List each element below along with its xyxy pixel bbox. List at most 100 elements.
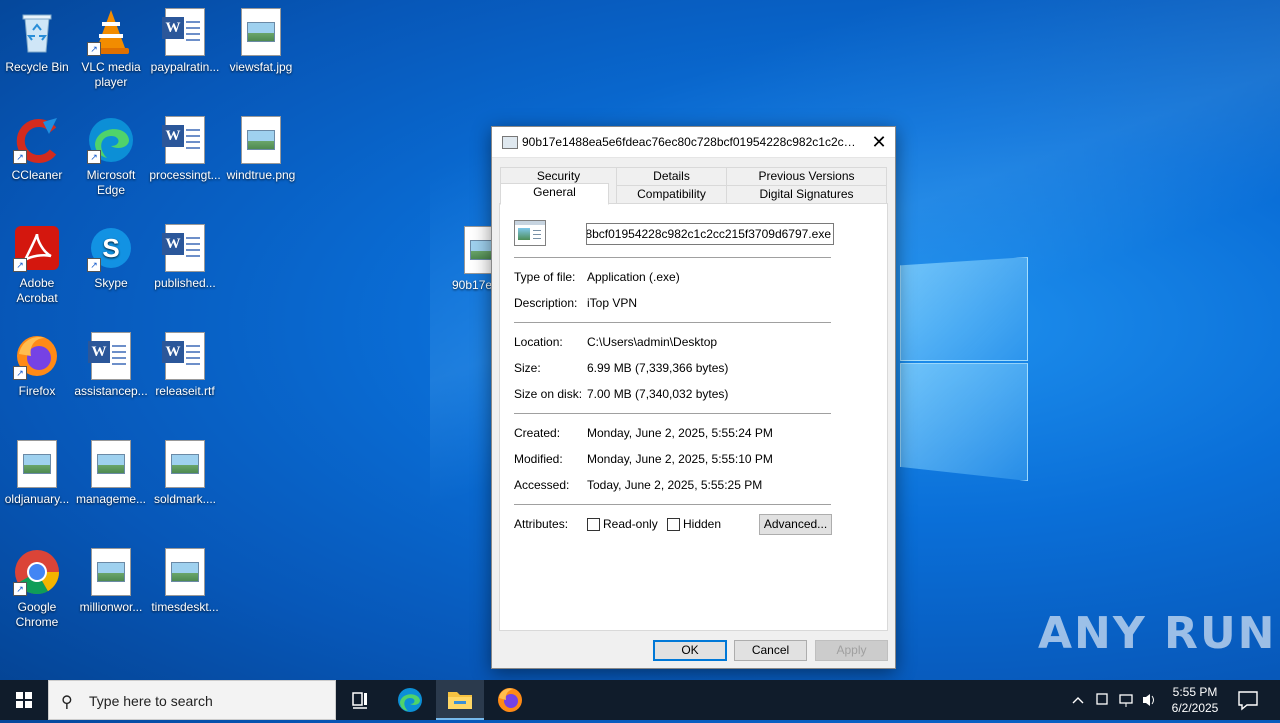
dialog-titlebar[interactable]: 90b17e1488ea5e6fdeac76ec80c728bcf0195422… — [492, 127, 895, 158]
size-on-disk-label: Size on disk: — [514, 387, 583, 401]
desktop-icon-chrome[interactable]: ↗ Google Chrome — [0, 548, 74, 630]
desktop-icon-label: windtrue.png — [226, 168, 296, 182]
dialog-title: 90b17e1488ea5e6fdeac76ec80c728bcf0195422… — [522, 135, 857, 149]
tab-compatibility[interactable]: Compatibility — [616, 185, 727, 203]
ccleaner-icon: ↗ — [13, 116, 61, 164]
tab-previous-versions[interactable]: Previous Versions — [726, 167, 887, 185]
desktop-icon-recycle-bin[interactable]: Recycle Bin — [0, 8, 74, 75]
search-icon: ⚲ — [61, 694, 73, 711]
desktop-icon-label: Adobe Acrobat — [16, 276, 58, 305]
desktop-icon-processingt[interactable]: W processingt... — [148, 116, 222, 183]
desktop-icon-label: soldmark.... — [153, 492, 216, 506]
desktop-icon-oldjanuary[interactable]: oldjanuary... — [0, 440, 74, 507]
task-view-button[interactable] — [336, 680, 384, 720]
word-document-icon: W — [161, 8, 209, 56]
hidden-checkbox[interactable] — [667, 518, 680, 531]
vlc-cone-icon: ↗ — [87, 8, 135, 56]
advanced-button[interactable]: Advanced... — [759, 514, 832, 535]
desktop-icon-skype[interactable]: S ↗ Skype — [74, 224, 148, 291]
created-label: Created: — [514, 426, 561, 440]
desktop-icon-manageme[interactable]: manageme... — [74, 440, 148, 507]
filename-field[interactable]: 90b17e1488ea5e6fdeac76ec80c728bcf0195422… — [586, 223, 834, 245]
acrobat-icon: ↗ — [13, 224, 61, 272]
separator — [514, 413, 831, 414]
word-document-icon: W — [87, 332, 135, 380]
search-placeholder: Type here to search — [89, 693, 213, 709]
notification-icon — [1238, 691, 1258, 711]
tab-general[interactable]: General — [500, 183, 609, 205]
taskbar-firefox-button[interactable] — [486, 680, 534, 720]
folder-icon — [448, 692, 472, 709]
desktop-icon-soldmark[interactable]: soldmark.... — [148, 440, 222, 507]
tab-digital-signatures[interactable]: Digital Signatures — [726, 185, 887, 203]
desktop-icon-label: Recycle Bin — [5, 60, 69, 74]
separator — [514, 504, 831, 505]
tab-details[interactable]: Details — [616, 167, 727, 185]
location-label: Location: — [514, 335, 563, 349]
ok-button[interactable]: OK — [653, 640, 727, 661]
description-value: iTop VPN — [587, 296, 638, 310]
exe-file-icon — [514, 220, 546, 246]
image-file-icon — [13, 440, 61, 488]
edge-browser-icon — [398, 688, 422, 712]
skype-icon: S ↗ — [87, 224, 135, 272]
close-button[interactable]: ✕ — [863, 127, 895, 157]
desktop-icon-label: Google Chrome — [15, 600, 59, 629]
location-value: C:\Users\admin\Desktop — [587, 335, 718, 349]
hidden-label[interactable]: Hidden — [683, 517, 721, 531]
cancel-button[interactable]: Cancel — [734, 640, 807, 661]
desktop-icon-ccleaner[interactable]: ↗ CCleaner — [0, 116, 74, 183]
desktop-icon-millionwor[interactable]: millionwor... — [74, 548, 148, 615]
desktop-icon-viewsfat[interactable]: viewsfat.jpg — [224, 8, 298, 75]
separator — [514, 257, 831, 258]
desktop-icon-assistancep[interactable]: W assistancep... — [74, 332, 148, 399]
image-file-icon — [161, 548, 209, 596]
desktop-icon-label: Skype — [94, 276, 128, 290]
desktop-icon-timesdeskt[interactable]: timesdeskt... — [148, 548, 222, 615]
desktop-icon-label: assistancep... — [74, 384, 148, 398]
shortcut-arrow-icon: ↗ — [87, 150, 101, 164]
action-center-button[interactable] — [1224, 680, 1272, 720]
desktop-icon-vlc[interactable]: ↗ VLC media player — [74, 8, 148, 90]
apply-button[interactable]: Apply — [815, 640, 888, 661]
separator — [514, 322, 831, 323]
desktop-icon-label: viewsfat.jpg — [229, 60, 293, 74]
desktop-icon-windtrue[interactable]: windtrue.png — [224, 116, 298, 183]
read-only-label[interactable]: Read-only — [603, 517, 658, 531]
desktop-icon-label: published... — [154, 276, 216, 290]
read-only-checkbox[interactable] — [587, 518, 600, 531]
clock-time: 5:55 PM — [1172, 685, 1218, 699]
desktop-icon-edge[interactable]: ↗ Microsoft Edge — [74, 116, 148, 198]
firefox-icon — [498, 688, 522, 712]
desktop-icon-acrobat[interactable]: ↗ Adobe Acrobat — [0, 224, 74, 306]
recycle-bin-icon — [13, 8, 61, 56]
desktop-icon-firefox[interactable]: ↗ Firefox — [0, 332, 74, 399]
desktop-icon-published[interactable]: W published... — [148, 224, 222, 291]
desktop-icon-label: timesdeskt... — [151, 600, 219, 614]
word-document-icon: W — [161, 224, 209, 272]
shortcut-arrow-icon: ↗ — [87, 42, 101, 56]
desktop-icon-label: Firefox — [18, 384, 56, 398]
taskbar-file-explorer-button[interactable] — [436, 680, 484, 720]
desktop-icon-label: paypalratin... — [150, 60, 220, 74]
clock-date: 6/2/2025 — [1171, 701, 1219, 715]
modified-value: Monday, June 2, 2025, 5:55:10 PM — [587, 452, 773, 466]
desktop-icon-label: VLC media player — [81, 60, 141, 89]
taskbar-edge-button[interactable] — [386, 680, 434, 720]
accessed-label: Accessed: — [514, 478, 570, 492]
desktop-icon-paypalratin[interactable]: W paypalratin... — [148, 8, 222, 75]
size-on-disk-value: 7.00 MB (7,340,032 bytes) — [587, 387, 729, 401]
desktop-icon-releaseit[interactable]: W releaseit.rtf — [148, 332, 222, 399]
shortcut-arrow-icon: ↗ — [13, 150, 27, 164]
taskbar-search-box[interactable]: ⚲ Type here to search — [48, 680, 336, 720]
desktop-icon-label: releaseit.rtf — [155, 384, 215, 398]
start-button[interactable] — [0, 680, 48, 720]
image-file-icon — [87, 440, 135, 488]
desktop-icon-label: millionwor... — [79, 600, 143, 614]
accessed-value: Today, June 2, 2025, 5:55:25 PM — [587, 478, 763, 492]
taskbar-clock[interactable]: 5:55 PM 6/2/2025 — [1160, 684, 1230, 716]
general-tab-panel: 90b17e1488ea5e6fdeac76ec80c728bcf0195422… — [499, 203, 888, 631]
desktop-icon-label: manageme... — [75, 492, 147, 506]
firefox-icon: ↗ — [13, 332, 61, 380]
desktop-icon-label: Microsoft Edge — [86, 168, 136, 197]
